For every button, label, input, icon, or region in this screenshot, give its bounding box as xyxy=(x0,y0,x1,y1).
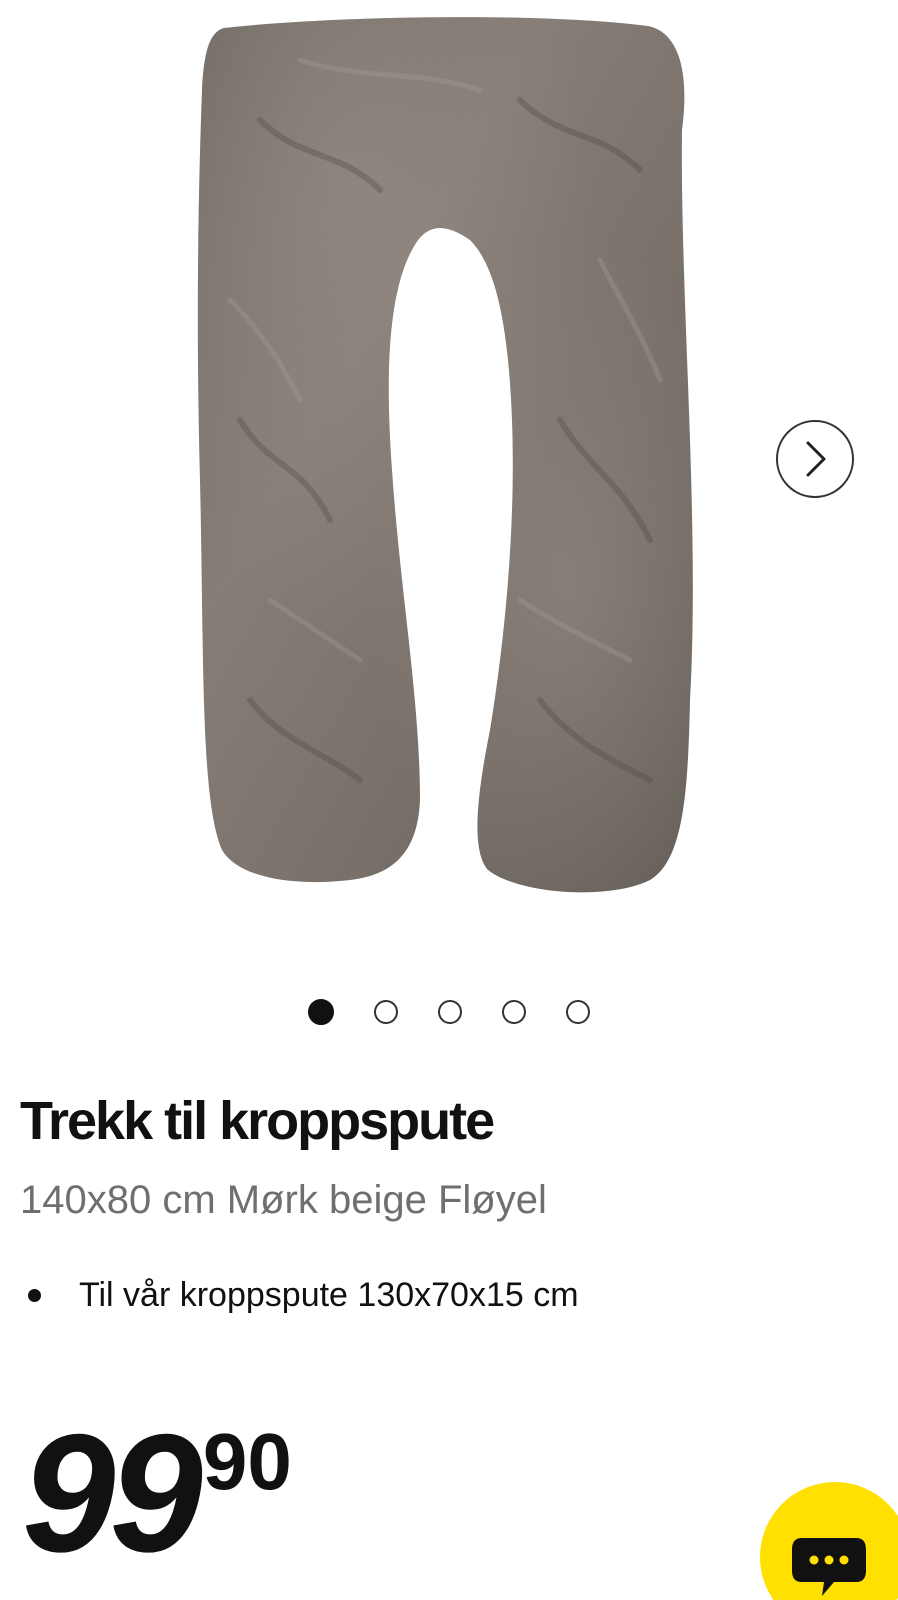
product-gallery[interactable] xyxy=(0,0,898,960)
feature-text: Til vår kroppspute 130x70x15 cm xyxy=(79,1276,579,1314)
product-price: 99 90 xyxy=(22,1399,292,1587)
product-page: Trekk til kroppspute 140x80 cm Mørk beig… xyxy=(0,0,898,1600)
gallery-pagination xyxy=(0,998,898,1026)
pagination-dot-4[interactable] xyxy=(502,1000,526,1024)
chat-bubble-icon xyxy=(792,1538,866,1596)
chevron-right-icon xyxy=(806,441,826,477)
pagination-dot-5[interactable] xyxy=(566,1000,590,1024)
pagination-dot-3[interactable] xyxy=(438,1000,462,1024)
next-image-button[interactable] xyxy=(776,420,854,498)
product-features: Til vår kroppspute 130x70x15 cm xyxy=(20,1276,579,1315)
pagination-dot-1[interactable] xyxy=(308,999,334,1025)
pagination-dot-2[interactable] xyxy=(374,1000,398,1024)
product-title: Trekk til kroppspute xyxy=(20,1091,495,1151)
chat-button[interactable] xyxy=(760,1482,898,1600)
product-image xyxy=(197,17,693,893)
feature-item: Til vår kroppspute 130x70x15 cm xyxy=(20,1276,579,1315)
price-cents: 90 xyxy=(202,1417,292,1506)
bullet-icon xyxy=(28,1289,41,1302)
product-subtitle: 140x80 cm Mørk beige Fløyel xyxy=(20,1178,547,1222)
price-main: 99 xyxy=(22,1399,203,1587)
